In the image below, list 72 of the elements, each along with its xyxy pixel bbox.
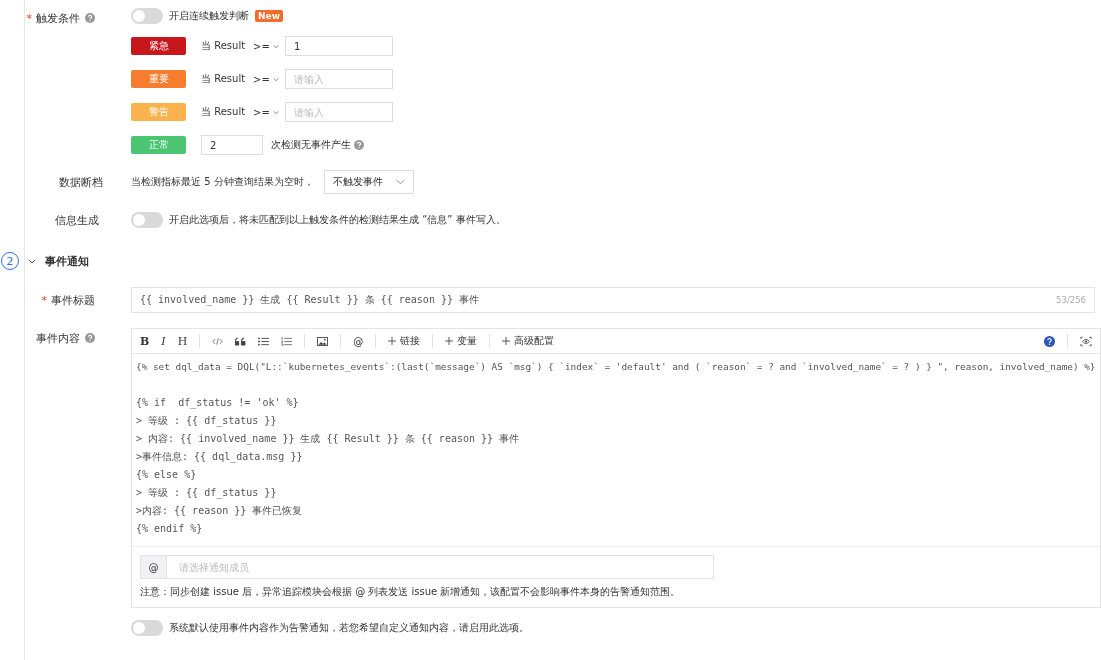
code-line: >内容: {{ reason }} 事件已恢复	[136, 504, 303, 518]
numbered-list-icon[interactable]	[281, 336, 293, 346]
code-line: >事件信息: {{ dql_data.msg }}	[136, 450, 303, 465]
insert-button[interactable]: 高级配置	[502, 334, 555, 348]
threshold-input[interactable]: 请输入	[285, 69, 394, 89]
code-line: {% endif %}	[136, 522, 203, 536]
help-icon[interactable]	[85, 13, 95, 23]
code-line: > 等级 : {{ df_status }}	[136, 414, 277, 429]
quote-icon[interactable]	[235, 336, 247, 346]
data-gap-text: 当检测指标最近 5 分钟查询结果为空时，	[131, 175, 314, 189]
mention-button[interactable]: @	[353, 335, 364, 347]
insert-button[interactable]: 链接	[388, 334, 421, 348]
format-button[interactable]: I	[161, 334, 166, 348]
code-line: {% if df_status != 'ok' %}	[136, 396, 299, 411]
field-label: 事件标题	[51, 292, 95, 308]
field-label: 触发条件	[36, 10, 80, 26]
note-text: 注意：同步创建 issue 后，异常追踪模块会根据 @ 列表发送 issue 新增通知，该配置不会影响事件本身的告警通知范围。	[140, 585, 682, 599]
operator-select[interactable]: >=	[253, 73, 280, 85]
plus-icon	[502, 337, 511, 345]
help-icon[interactable]	[1043, 335, 1055, 347]
operator-select[interactable]: >=	[253, 40, 280, 52]
condition-label: 当 Result	[201, 72, 246, 86]
field-label: 数据断档	[59, 174, 103, 190]
toggle-label: 开启此选项后，将未匹配到以上触发条件的检测结果生成 “信息” 事件写入。	[169, 213, 506, 227]
required-mark: *	[41, 293, 47, 307]
chevron-icon[interactable]	[28, 258, 36, 264]
level-tag: 正常	[131, 136, 186, 154]
condition-label: 当 Result	[201, 39, 246, 53]
operator-select[interactable]: >=	[253, 106, 280, 118]
code-icon[interactable]	[212, 336, 224, 346]
toggle-switch[interactable]	[131, 620, 163, 636]
step-number: 2	[1, 252, 19, 270]
toggle-switch[interactable]	[131, 212, 163, 228]
plus-icon	[445, 337, 454, 345]
chevron-icon	[272, 43, 280, 49]
event-select[interactable]: 不触发事件	[323, 170, 414, 194]
section-title: 事件通知	[45, 253, 89, 269]
bullet-list-icon[interactable]	[258, 336, 270, 346]
level-tag: 警告	[131, 103, 186, 121]
char-count: 53/256	[1056, 295, 1086, 305]
code-line: {% set dql_data = DQL("L::`kubernetes_events`:(last(`message`) AS `msg`) { `index` = 'default' and ( `reason` = ? and `involved_name` = ? ) } ", reason, involved_name) %}	[136, 360, 1096, 374]
member-input[interactable]: 请选择通知成员	[166, 555, 714, 579]
plus-icon	[388, 337, 397, 345]
threshold-input[interactable]: 1	[285, 36, 394, 56]
count-suffix: 次检测无事件产生	[271, 138, 351, 152]
field-label: 信息生成	[55, 212, 99, 228]
preview-icon[interactable]	[1079, 335, 1092, 347]
condition-label: 当 Result	[201, 105, 246, 119]
threshold-input[interactable]: 请输入	[285, 102, 394, 122]
chevron-icon	[272, 76, 280, 82]
code-line: {% else %}	[136, 468, 197, 482]
toggle-switch[interactable]	[131, 8, 163, 24]
code-line: > 内容: {{ involved_name }} 生成 {{ Result }} 条 {{ reason }} 事件	[136, 432, 520, 447]
level-tag: 重要	[131, 70, 186, 88]
field-label: 事件内容	[36, 330, 80, 346]
at-sign: @	[140, 555, 166, 579]
code-line: > 等级 : {{ df_status }}	[136, 486, 277, 501]
count-input[interactable]: 2	[201, 135, 263, 155]
chevron-icon	[395, 179, 405, 185]
help-icon[interactable]	[85, 333, 95, 343]
required-mark: *	[26, 11, 32, 25]
format-button[interactable]: B	[140, 334, 150, 348]
insert-button[interactable]: 变量	[445, 334, 478, 348]
toggle-label: 开启连续触发判断	[169, 9, 249, 23]
title-input[interactable]: {{ involved_name }} 生成 {{ Result }} 条 {{ reason }} 事件 53/256	[131, 287, 1095, 313]
help-icon[interactable]	[354, 140, 364, 150]
toggle-label: 系统默认使用事件内容作为告警通知，若您希望自定义通知内容，请启用此选项。	[169, 621, 529, 635]
chevron-icon	[272, 109, 280, 115]
level-tag: 紧急	[131, 37, 186, 55]
new-badge: New	[255, 10, 283, 22]
image-icon[interactable]	[317, 336, 329, 346]
format-button[interactable]: H	[177, 334, 188, 348]
